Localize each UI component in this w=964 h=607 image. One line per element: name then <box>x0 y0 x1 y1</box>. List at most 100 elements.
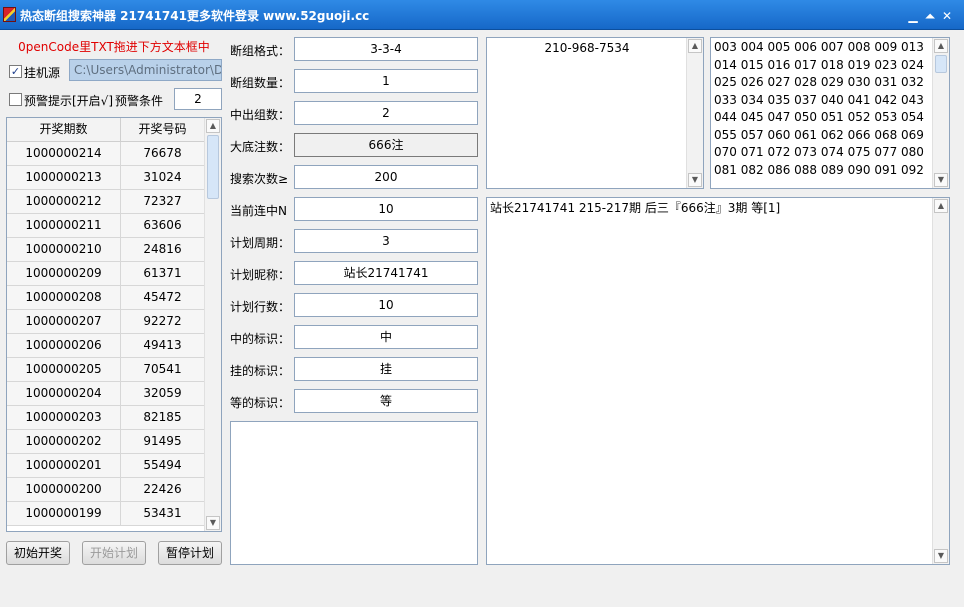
start-draw-button[interactable]: 初始开奖 <box>6 541 70 565</box>
numbers-line: 081 082 086 088 089 090 091 092 <box>714 162 924 177</box>
table-row[interactable]: 1000000211 63606 <box>7 214 205 238</box>
close-icon[interactable]: ✕ <box>939 8 955 24</box>
scroll-up-icon[interactable]: ▲ <box>206 119 220 133</box>
form-label: 当前连中N <box>230 204 287 218</box>
table-row[interactable]: 1000000202 91495 <box>7 430 205 454</box>
result-number-scrollbar[interactable]: ▲ ▼ <box>686 38 703 188</box>
period-cell: 1000000203 <box>7 406 121 429</box>
numbers-line: 033 034 035 037 040 041 042 043 <box>714 92 924 107</box>
scroll-down-icon[interactable]: ▼ <box>206 516 220 530</box>
table-row[interactable]: 1000000209 61371 <box>7 262 205 286</box>
table-header: 开奖期数 开奖号码 <box>7 118 205 142</box>
numbers-scrollbar[interactable]: ▲ ▼ <box>932 38 949 188</box>
form-input[interactable]: 10 <box>294 293 478 317</box>
big-base-numbers-text: 003 004 005 006 007 008 009 013 014 015 0… <box>714 39 924 179</box>
form-input[interactable]: 10 <box>294 197 478 221</box>
form-label: 断组格式： <box>230 44 291 58</box>
scroll-down-icon[interactable]: ▼ <box>934 549 948 563</box>
period-cell: 1000000213 <box>7 166 121 189</box>
table-row[interactable]: 1000000208 45472 <box>7 286 205 310</box>
scroll-thumb[interactable] <box>935 55 947 73</box>
numbers-line: 003 004 005 006 007 008 009 013 <box>714 40 924 54</box>
table-row[interactable]: 1000000201 55494 <box>7 454 205 478</box>
form-input[interactable]: 2 <box>294 101 478 125</box>
form-input[interactable]: 3 <box>294 229 478 253</box>
form-input[interactable]: 等 <box>294 389 478 413</box>
maximize-icon[interactable]: ⏶ <box>922 8 938 24</box>
table-row[interactable]: 1000000199 53431 <box>7 502 205 526</box>
form-label: 搜索次数≥ <box>230 172 289 186</box>
drag-hint-text: 0penCode里TXT拖进下方文本框中 <box>18 40 210 54</box>
table-row[interactable]: 1000000200 22426 <box>7 478 205 502</box>
draw-number-cell: 82185 <box>121 406 205 429</box>
form-input[interactable]: 1 <box>294 69 478 93</box>
minimize-icon[interactable]: ▁ <box>905 8 921 24</box>
table-scrollbar[interactable]: ▲ ▼ <box>204 118 221 531</box>
table-row[interactable]: 1000000212 72327 <box>7 190 205 214</box>
plan-output-pane[interactable]: 站长21741741 215-217期 后三『666注』3期 等[1] ▲ ▼ <box>486 197 950 565</box>
title-bar: 热态断组搜索神器 21741741更多软件登录 www.52guoji.cc ▁… <box>0 0 964 30</box>
form-label: 中出组数： <box>230 108 291 122</box>
draw-number-cell: 31024 <box>121 166 205 189</box>
column-header-period[interactable]: 开奖期数 <box>7 118 121 141</box>
source-checkbox[interactable]: ✓ <box>9 65 22 78</box>
numbers-line: 044 045 047 050 051 052 053 054 <box>714 110 924 124</box>
table-row[interactable]: 1000000203 82185 <box>7 406 205 430</box>
warning-checkbox[interactable] <box>9 93 22 106</box>
table-row[interactable]: 1000000213 31024 <box>7 166 205 190</box>
scroll-thumb[interactable] <box>207 135 219 199</box>
scroll-up-icon[interactable]: ▲ <box>934 39 948 53</box>
table-row[interactable]: 1000000207 92272 <box>7 310 205 334</box>
txt-drop-area[interactable] <box>230 421 478 565</box>
form-input[interactable]: 挂 <box>294 357 478 381</box>
form-label: 中的标识： <box>230 332 291 346</box>
form-input: 666注 <box>294 133 478 157</box>
source-checkbox-label: 挂机源 <box>24 66 61 80</box>
numbers-line: 055 057 060 061 062 066 068 069 <box>714 127 924 142</box>
form-label: 挂的标识： <box>230 364 291 378</box>
form-input[interactable]: 站长21741741 <box>294 261 478 285</box>
draw-number-cell: 45472 <box>121 286 205 309</box>
scroll-up-icon[interactable]: ▲ <box>934 199 948 213</box>
table-row[interactable]: 1000000205 70541 <box>7 358 205 382</box>
table-row[interactable]: 1000000210 24816 <box>7 238 205 262</box>
form-input[interactable]: 200 <box>294 165 478 189</box>
plan-output-scrollbar[interactable]: ▲ ▼ <box>932 198 949 564</box>
scroll-up-icon[interactable]: ▲ <box>688 39 702 53</box>
source-path-field[interactable]: C:\Users\Administrator\Do <box>69 59 222 81</box>
draw-number-cell: 61371 <box>121 262 205 285</box>
pause-plan-button[interactable]: 暂停计划 <box>158 541 222 565</box>
draw-number-cell: 92272 <box>121 310 205 333</box>
period-cell: 1000000204 <box>7 382 121 405</box>
scroll-down-icon[interactable]: ▼ <box>688 173 702 187</box>
period-cell: 1000000211 <box>7 214 121 237</box>
form-label: 等的标识： <box>230 396 291 410</box>
period-cell: 1000000199 <box>7 502 121 525</box>
app-icon <box>3 7 16 22</box>
numbers-line: 014 015 016 017 018 019 023 024 <box>714 57 924 72</box>
start-plan-button[interactable]: 开始计划 <box>82 541 146 565</box>
scroll-down-icon[interactable]: ▼ <box>934 173 948 187</box>
draw-number-cell: 63606 <box>121 214 205 237</box>
form-input[interactable]: 中 <box>294 325 478 349</box>
result-number-pane[interactable]: 210-968-7534 ▲ ▼ <box>486 37 704 189</box>
draw-number-cell: 49413 <box>121 334 205 357</box>
period-cell: 1000000201 <box>7 454 121 477</box>
form-label: 大底注数： <box>230 140 291 154</box>
table-row[interactable]: 1000000204 32059 <box>7 382 205 406</box>
period-cell: 1000000208 <box>7 286 121 309</box>
column-header-number[interactable]: 开奖号码 <box>121 118 205 141</box>
draw-number-cell: 76678 <box>121 142 205 165</box>
draw-number-cell: 91495 <box>121 430 205 453</box>
table-row[interactable]: 1000000206 49413 <box>7 334 205 358</box>
table-row[interactable]: 1000000214 76678 <box>7 142 205 166</box>
warning-checkbox-label: 预警提示[开启√] <box>24 94 114 108</box>
draw-number-cell: 32059 <box>121 382 205 405</box>
period-cell: 1000000209 <box>7 262 121 285</box>
big-base-numbers-pane[interactable]: 003 004 005 006 007 008 009 013 014 015 0… <box>710 37 950 189</box>
warning-condition-input[interactable]: 2 <box>174 88 222 110</box>
period-cell: 1000000210 <box>7 238 121 261</box>
table-body: 1000000214 76678 1000000213 31024 1000000212… <box>7 142 205 526</box>
form-label: 断组数量： <box>230 76 291 90</box>
form-input[interactable]: 3-3-4 <box>294 37 478 61</box>
